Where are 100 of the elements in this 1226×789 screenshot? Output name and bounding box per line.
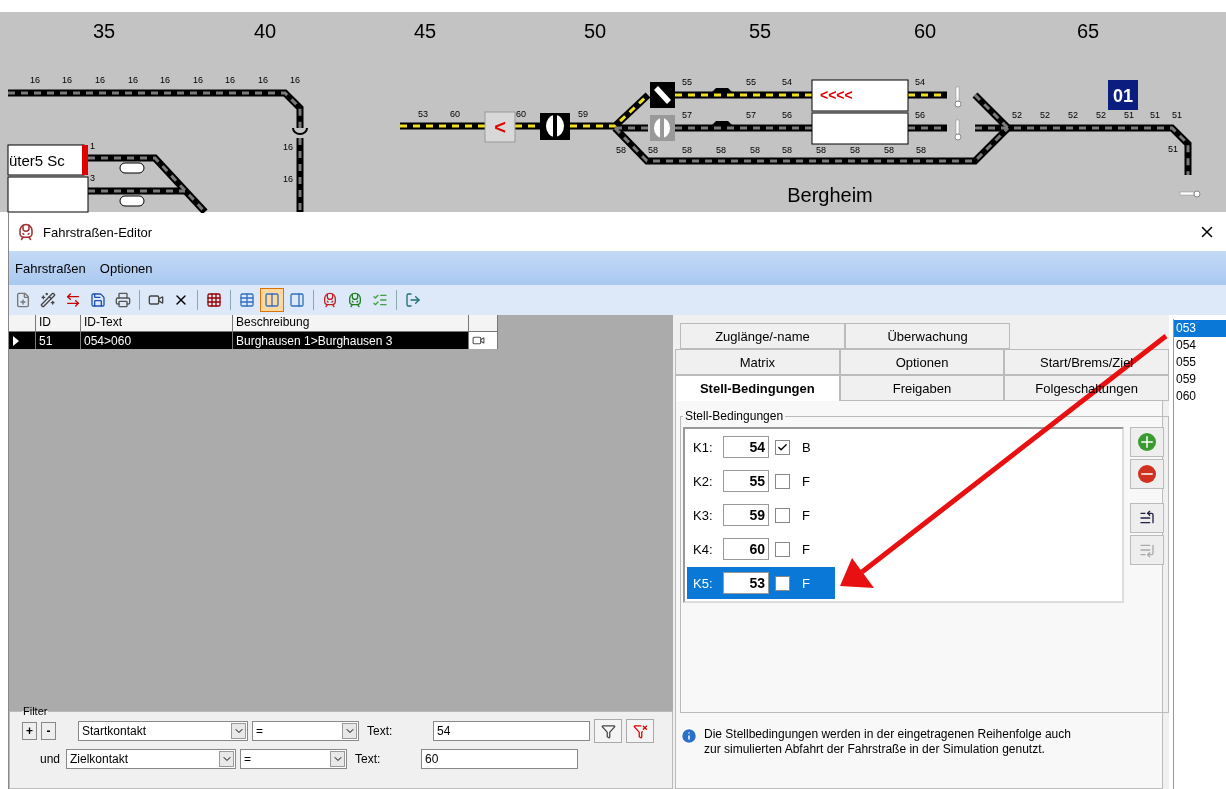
column-number: 50	[583, 20, 607, 42]
track-number: 16	[128, 75, 138, 85]
track-number: 58	[884, 145, 894, 155]
text-label: Text:	[354, 752, 382, 766]
remove-icon[interactable]	[1130, 459, 1164, 489]
flag-label: F	[802, 575, 810, 591]
remove-filter-button[interactable]: -	[41, 722, 56, 740]
track-number: 53	[418, 109, 428, 119]
track-number: 16	[193, 75, 203, 85]
clear-filter-icon[interactable]	[626, 719, 654, 743]
checkbox[interactable]	[775, 575, 790, 591]
track-number: 54	[915, 77, 925, 87]
track-number: 52	[1096, 110, 1106, 120]
track-number: 55	[682, 77, 692, 87]
flag-label: F	[802, 473, 810, 489]
track-number: 54	[782, 77, 792, 87]
column-number: 35	[92, 20, 116, 42]
track-number: 59	[578, 109, 588, 119]
tab[interactable]: Stell-Bedingungen	[675, 375, 840, 401]
track-number: 16	[225, 75, 235, 85]
contact-input[interactable]: 54	[723, 436, 769, 458]
menu-item[interactable]: Fahrstraßen	[15, 260, 86, 276]
condition-row[interactable]: K4: 60 F	[687, 533, 835, 565]
contact-input[interactable]: 59	[723, 504, 769, 526]
checkbox[interactable]	[775, 507, 790, 523]
track-number: 16	[160, 75, 170, 85]
move-up-icon[interactable]	[1130, 503, 1164, 533]
contact-input[interactable]: 55	[723, 470, 769, 492]
contact-input[interactable]: 60	[723, 538, 769, 560]
station-name: Bergheim	[787, 184, 873, 206]
signal-icon	[650, 115, 675, 141]
column-header: Beschreibung	[233, 315, 469, 332]
checkbox[interactable]	[775, 473, 790, 489]
track-number: 60	[450, 109, 460, 119]
track-number: 57	[746, 110, 756, 120]
condition-label: K3:	[693, 507, 714, 523]
track-number: 58	[782, 145, 792, 155]
track-number: 58	[750, 145, 760, 155]
signal-icon	[540, 113, 570, 140]
tab[interactable]: Matrix	[675, 349, 840, 375]
flag-label: F	[802, 507, 810, 523]
buffer-stop-icon	[292, 127, 308, 135]
filter-input[interactable]: 54	[433, 721, 590, 741]
column-number: 65	[1076, 20, 1100, 42]
platform-icon	[712, 88, 732, 125]
track-number: 16	[62, 75, 72, 85]
table-cell: Burghausen 1>Burghausen 3	[233, 332, 469, 349]
block-label: üter5 Sc	[9, 152, 65, 169]
filter-input[interactable]: 60	[421, 749, 578, 769]
row-indicator[interactable]	[9, 332, 36, 349]
track-number: 58	[648, 145, 658, 155]
track-number: 1	[90, 141, 95, 151]
track-number: 16	[258, 75, 268, 85]
split-view-icon[interactable]	[260, 288, 284, 312]
track-number: 60	[516, 109, 526, 119]
signal-icon	[954, 86, 962, 108]
conjunction-label: und	[38, 752, 61, 766]
menu-item[interactable]: Optionen	[99, 260, 153, 276]
signal-icon	[650, 82, 675, 108]
add-icon[interactable]	[1130, 427, 1164, 457]
condition-label: K5:	[693, 575, 714, 591]
signal-button-label: <	[494, 116, 506, 138]
flag-label: F	[802, 541, 810, 557]
condition-row[interactable]: K1: 54 B	[687, 431, 835, 463]
checkbox[interactable]	[775, 541, 790, 557]
route-badge-label: 01	[1113, 86, 1133, 106]
column-number: 60	[913, 20, 937, 42]
track-number: 51	[1150, 110, 1160, 120]
info-text: Die Stellbedingungen werden in der eingetragenen Reihenfolge auch zur simulierten Abfahrt der Fahrstraße in der Simulation genutzt.	[704, 727, 1071, 757]
tab[interactable]: Überwachung	[845, 323, 1010, 349]
operator-dropdown[interactable]: =	[252, 721, 359, 741]
condition-row[interactable]: K2: 55 F	[687, 465, 835, 497]
track-number: 52	[1068, 110, 1078, 120]
tab[interactable]: Freigaben	[839, 375, 1005, 401]
track-number: 55	[746, 77, 756, 87]
track-number: 52	[1012, 110, 1022, 120]
filter-title: Filter	[22, 705, 49, 717]
tab[interactable]: Zuglänge/-name	[680, 323, 845, 349]
add-filter-button[interactable]: +	[22, 722, 37, 740]
field-dropdown[interactable]: Zielkontakt	[66, 749, 236, 769]
contact-item[interactable]: 053	[1174, 320, 1226, 337]
filter-icon[interactable]	[594, 719, 622, 743]
text-label: Text:	[366, 724, 394, 738]
operator-dropdown[interactable]: =	[240, 749, 347, 769]
field-dropdown[interactable]: Startkontakt	[78, 721, 248, 741]
track-number: 51	[1124, 110, 1134, 120]
column-header: ID-Text	[81, 315, 233, 332]
route-badge	[1108, 80, 1138, 110]
track-number: 51	[1172, 110, 1182, 120]
track-number: 58	[682, 145, 692, 155]
condition-row[interactable]: K5: 53 F	[687, 567, 835, 599]
signal-button[interactable]	[484, 111, 516, 143]
contact-input[interactable]: 53	[723, 572, 769, 594]
track-number: 16	[290, 75, 300, 85]
tab[interactable]: Optionen	[839, 349, 1005, 375]
header-cell	[9, 315, 36, 332]
signal-icon	[119, 162, 145, 207]
track-number: 58	[616, 145, 626, 155]
track-number: 16	[30, 75, 40, 85]
condition-row[interactable]: K3: 59 F	[687, 499, 835, 531]
